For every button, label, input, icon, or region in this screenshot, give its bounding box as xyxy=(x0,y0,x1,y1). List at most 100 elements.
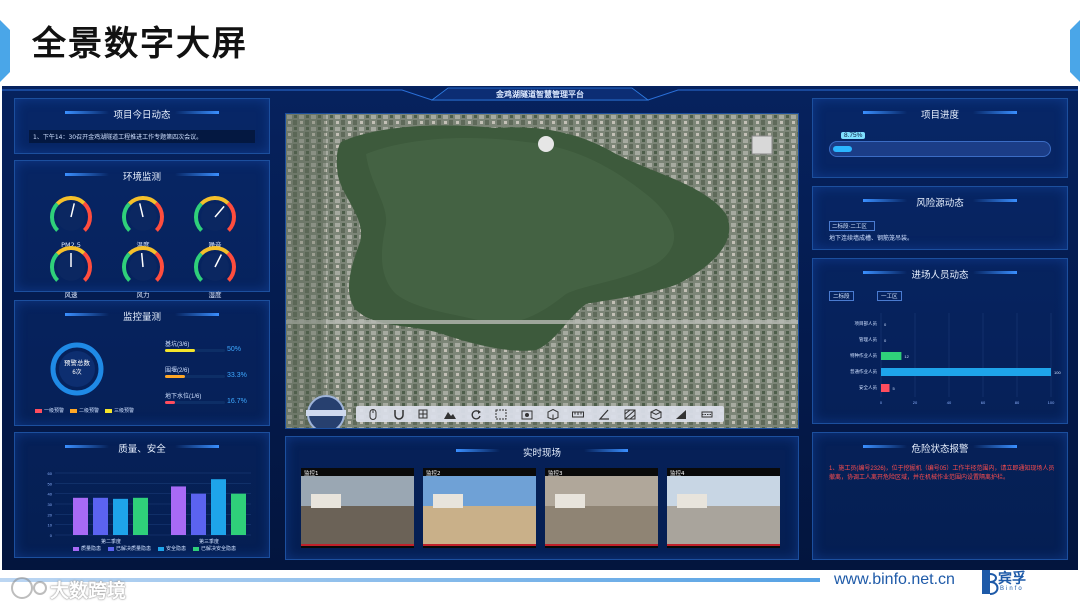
quality-bar xyxy=(211,479,226,535)
quality-tick: 40 xyxy=(48,492,53,497)
alarm-text: 1、施工员(编号2326)，位于挖掘机（编号05）工作半径范围内，请立即通知现场… xyxy=(829,466,1055,481)
title-deco xyxy=(584,449,628,452)
quality-legend-item: 安全隐患 xyxy=(158,545,186,552)
layers-icon[interactable] xyxy=(418,409,430,420)
title-deco xyxy=(175,313,219,316)
quality-bar xyxy=(191,493,206,535)
risk-panel: 风险源动态 二标段·二工区 地下连续墙成槽、钢筋笼吊装。 xyxy=(812,186,1068,250)
quality-bar xyxy=(113,498,128,535)
dashboard-screen: 金鸡湖隧道智慧管理平台 项目今日动态 1、下午14：30召开金鸡湖隧道工程推进工… xyxy=(2,86,1078,570)
mouse-icon[interactable] xyxy=(367,408,379,420)
personnel-tick: 40 xyxy=(947,400,952,405)
personnel-tick: 0 xyxy=(880,400,883,405)
ruler-icon[interactable] xyxy=(572,409,585,420)
quality-bar xyxy=(133,497,148,535)
title-deco xyxy=(973,445,1017,448)
quality-tick: 30 xyxy=(48,502,53,507)
gauge-label: 湿度 xyxy=(208,291,222,299)
monitor-item-fill xyxy=(165,375,185,378)
today-panel: 项目今日动态 1、下午14：30召开金鸡湖隧道工程推进工作专题第四次会议。 xyxy=(14,98,270,154)
camera-label: 监控3 xyxy=(548,471,563,477)
magnet-icon[interactable] xyxy=(393,409,405,420)
personnel-row-label: 安全人员 xyxy=(859,384,877,391)
progress-track xyxy=(829,141,1051,157)
footer-url[interactable]: www.binfo.net.cn xyxy=(834,571,955,589)
quality-legend-item: 已解决质量隐患 xyxy=(108,545,151,552)
camera-feed[interactable]: 监控2 xyxy=(423,468,536,548)
camera-label: 监控4 xyxy=(670,471,685,477)
monitor-item-fill xyxy=(165,401,176,404)
camera-feed[interactable]: 监控3 xyxy=(545,468,658,548)
personnel-row-label: 管理人员 xyxy=(859,336,877,343)
slide-title: 全景数字大屏 xyxy=(32,24,248,64)
title-deco xyxy=(973,111,1017,114)
rotate-icon[interactable] xyxy=(470,409,482,420)
right-arrow-decoration xyxy=(1070,20,1080,82)
env-panel: 环境监测 PM2.5 温度 噪音 风速 风力 湿度 xyxy=(14,160,270,299)
alarm-panel: 危险状态报警 1、施工员(编号2326)，位于挖掘机（编号05）工作半径范围内，… xyxy=(812,432,1068,560)
brand-sub: Binfo xyxy=(1000,586,1024,592)
brand-name: 宾孚 xyxy=(998,571,1026,587)
alarm-title: 危险状态报警 xyxy=(911,444,969,455)
quality-tick: 50 xyxy=(48,481,53,486)
hatch-area-icon[interactable] xyxy=(624,409,636,420)
quality-tick: 20 xyxy=(48,512,53,517)
personnel-tick: 60 xyxy=(981,400,986,405)
gauge-5: 湿度 xyxy=(189,243,241,303)
cube-icon[interactable] xyxy=(547,408,559,420)
quality-legend-item: 已解决安全隐患 xyxy=(193,545,236,552)
monitor-item-track xyxy=(165,401,225,404)
monitor-title: 监控量测 xyxy=(122,312,161,323)
monitor-item-track xyxy=(165,375,225,378)
quality-category-label: 第二季度 xyxy=(101,538,121,545)
monitor-item-percent: 16.7% xyxy=(227,398,247,405)
personnel-select-area[interactable]: 一工区 xyxy=(877,291,902,301)
camera-label: 监控1 xyxy=(304,471,319,477)
map-toolbar xyxy=(356,406,724,422)
personnel-tick: 100 xyxy=(1048,400,1055,405)
section-icon[interactable] xyxy=(701,409,713,420)
camera-view-icon[interactable] xyxy=(521,409,533,420)
monitor-legend-item: 二级预警 xyxy=(70,407,99,414)
title-deco xyxy=(175,173,219,176)
risk-select[interactable]: 二标段·二工区 xyxy=(829,221,875,231)
watermark-text: 大数跨境 xyxy=(50,580,127,602)
gauge-label: 风力 xyxy=(136,291,150,299)
monitor-item-fill xyxy=(165,349,195,352)
risk-text: 地下连续墙成槽、钢筋笼吊装。 xyxy=(829,235,914,242)
gauge-3: 风速 xyxy=(45,243,97,303)
today-title: 项目今日动态 xyxy=(113,110,171,121)
camera-feed[interactable]: 监控4 xyxy=(667,468,780,548)
terrain-icon[interactable] xyxy=(443,409,456,420)
env-title: 环境监测 xyxy=(122,172,161,183)
quality-tick: 0 xyxy=(50,533,53,538)
personnel-row-label: 普通作业人员 xyxy=(850,368,877,375)
personnel-select-section[interactable]: 二标段 xyxy=(829,291,854,301)
monitor-item-percent: 50% xyxy=(227,346,242,353)
quality-legend: 质量隐患 已解决质量隐患 安全隐患 已解决安全隐患 xyxy=(73,545,236,552)
quality-bar-chart: 0 10 20 30 40 50 60 第二季度 第三季度 xyxy=(48,471,251,545)
box-icon[interactable] xyxy=(649,408,662,420)
personnel-row-label: 项目部人员 xyxy=(855,320,878,327)
progress-fill xyxy=(833,146,852,152)
personnel-panel: 进场人员动态 二标段 一工区 0 20 40 60 80 100 项目部人员 0 管理人员 0 特种… xyxy=(812,258,1068,424)
satellite-map[interactable] xyxy=(285,113,799,429)
quality-legend-item: 质量隐患 xyxy=(73,545,101,552)
frame-icon[interactable] xyxy=(495,409,507,420)
personnel-row-label: 特种作业人员 xyxy=(850,352,877,359)
slope-icon[interactable] xyxy=(675,409,687,420)
quality-bar xyxy=(171,486,186,535)
angle-icon[interactable] xyxy=(598,409,610,420)
quality-category-label: 第三季度 xyxy=(199,538,219,545)
personnel-value: 5 xyxy=(893,386,896,391)
monitor-legend-item: 一级预警 xyxy=(35,407,64,414)
personnel-value: 0 xyxy=(884,322,887,327)
monitor-item-label: 围堰(2/6) xyxy=(165,368,190,374)
monitor-panel: 监控量测 预警总数 6次 一级预警 二级预警 三级预警 基坑(3/6) 50% 围堰(2… xyxy=(14,300,270,426)
donut-sub: 6次 xyxy=(72,370,82,376)
camera-feed[interactable]: 监控1 xyxy=(301,468,414,548)
donut-label: 预警总数 xyxy=(64,360,90,367)
gauge-label: 风速 xyxy=(64,291,78,299)
quality-tick: 60 xyxy=(48,471,53,476)
personnel-bar xyxy=(881,384,890,392)
